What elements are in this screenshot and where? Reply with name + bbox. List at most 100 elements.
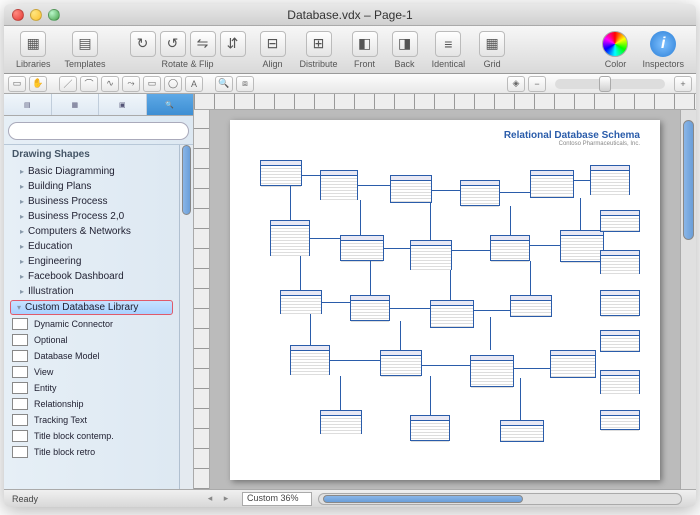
sidebar-scrollbar[interactable] bbox=[179, 145, 193, 490]
connector-line[interactable] bbox=[290, 186, 291, 220]
canvas-vscrollbar[interactable] bbox=[680, 110, 696, 489]
toolbar-icon[interactable]: ⊟ bbox=[260, 31, 286, 57]
entity-box[interactable] bbox=[410, 240, 452, 270]
page-prev-icon[interactable]: ◂ bbox=[202, 493, 218, 504]
stencil-item[interactable]: Database Model bbox=[4, 348, 179, 364]
entity-box[interactable] bbox=[590, 165, 630, 195]
entity-box[interactable] bbox=[550, 350, 596, 378]
toolbar-icon[interactable]: ⇵ bbox=[220, 31, 246, 57]
entity-box[interactable] bbox=[470, 355, 514, 387]
connector-line[interactable] bbox=[430, 376, 431, 415]
connector-line[interactable] bbox=[520, 378, 521, 420]
tree-item[interactable]: Basic Diagramming bbox=[4, 164, 179, 179]
entity-box[interactable] bbox=[560, 230, 604, 262]
titlebar[interactable]: Database.vdx – Page-1 bbox=[4, 4, 696, 26]
toolbar-icon[interactable]: ↺ bbox=[160, 31, 186, 57]
entity-box[interactable] bbox=[350, 295, 390, 321]
toolbar-icon[interactable]: ▤ bbox=[72, 31, 98, 57]
connector-line[interactable] bbox=[450, 270, 451, 300]
stencil-item[interactable]: Dynamic Connector bbox=[4, 316, 179, 332]
entity-box[interactable] bbox=[260, 160, 302, 186]
tree-item[interactable]: Illustration bbox=[4, 284, 179, 299]
search-input[interactable] bbox=[8, 122, 189, 140]
connector-line[interactable] bbox=[474, 310, 510, 311]
stencil-item[interactable]: Relationship bbox=[4, 396, 179, 412]
connector-line[interactable] bbox=[310, 314, 311, 345]
connector-line[interactable] bbox=[530, 245, 560, 246]
connector-line[interactable] bbox=[384, 248, 410, 249]
zoom-in-icon[interactable]: + bbox=[674, 76, 692, 92]
stencil-item[interactable]: Optional bbox=[4, 332, 179, 348]
drawing-canvas[interactable]: Relational Database Schema Contoso Pharm… bbox=[210, 110, 680, 489]
entity-box[interactable] bbox=[600, 330, 640, 352]
entity-box[interactable] bbox=[600, 250, 640, 274]
stencil-item[interactable]: View bbox=[4, 364, 179, 380]
toolbar-icon[interactable]: ▦ bbox=[479, 31, 505, 57]
zoom-button[interactable] bbox=[48, 9, 60, 21]
connector-line[interactable] bbox=[530, 261, 531, 295]
toolbar-icon[interactable]: ▦ bbox=[20, 31, 46, 57]
connector-line[interactable] bbox=[400, 321, 401, 350]
entity-box[interactable] bbox=[460, 180, 500, 206]
toolbar-icon[interactable]: ◧ bbox=[352, 31, 378, 57]
hand-tool-icon[interactable]: ✋ bbox=[29, 76, 47, 92]
sidebar-tab-1[interactable]: ▤ bbox=[4, 94, 52, 115]
sidebar-tab-search[interactable]: 🔍 bbox=[147, 94, 194, 115]
canvas-hscrollbar[interactable] bbox=[318, 493, 682, 505]
connector-line[interactable] bbox=[432, 190, 460, 191]
entity-box[interactable] bbox=[320, 170, 358, 200]
zoom-slider[interactable] bbox=[555, 79, 665, 89]
connector-tool-icon[interactable]: ⤳ bbox=[122, 76, 140, 92]
toolbar-icon[interactable]: ⇋ bbox=[190, 31, 216, 57]
minimize-button[interactable] bbox=[30, 9, 42, 21]
connector-line[interactable] bbox=[422, 365, 470, 366]
close-button[interactable] bbox=[12, 9, 24, 21]
connector-line[interactable] bbox=[322, 302, 350, 303]
entity-box[interactable] bbox=[600, 290, 640, 316]
connector-line[interactable] bbox=[300, 256, 301, 290]
crop-tool-icon[interactable]: ⧈ bbox=[236, 76, 254, 92]
tree-item[interactable]: Engineering bbox=[4, 254, 179, 269]
entity-box[interactable] bbox=[600, 370, 640, 394]
arc-tool-icon[interactable]: ⌒ bbox=[80, 76, 98, 92]
stencil-item[interactable]: Entity bbox=[4, 380, 179, 396]
connector-line[interactable] bbox=[330, 360, 380, 361]
connector-line[interactable] bbox=[574, 180, 590, 181]
connector-line[interactable] bbox=[510, 206, 511, 235]
entity-box[interactable] bbox=[510, 295, 552, 317]
color-wheel-icon[interactable] bbox=[602, 31, 628, 57]
connector-line[interactable] bbox=[580, 198, 581, 230]
line-tool-icon[interactable]: ／ bbox=[59, 76, 77, 92]
connector-line[interactable] bbox=[430, 203, 431, 240]
entity-box[interactable] bbox=[390, 175, 432, 203]
zoom-tool-icon[interactable]: 🔍 bbox=[215, 76, 233, 92]
entity-box[interactable] bbox=[320, 410, 362, 434]
entity-box[interactable] bbox=[600, 410, 640, 430]
connector-line[interactable] bbox=[310, 238, 340, 239]
entity-box[interactable] bbox=[290, 345, 330, 375]
toolbar-icon[interactable]: ≡ bbox=[435, 31, 461, 57]
tree-item[interactable]: Facebook Dashboard bbox=[4, 269, 179, 284]
connector-line[interactable] bbox=[500, 192, 530, 193]
stencil-item[interactable]: Tracking Text bbox=[4, 412, 179, 428]
entity-box[interactable] bbox=[410, 415, 450, 441]
entity-box[interactable] bbox=[430, 300, 474, 328]
toolbar-icon[interactable]: ⊞ bbox=[306, 31, 332, 57]
connector-line[interactable] bbox=[514, 368, 550, 369]
tree-item[interactable]: Building Plans bbox=[4, 179, 179, 194]
sidebar-tab-3[interactable]: ▣ bbox=[99, 94, 147, 115]
connector-line[interactable] bbox=[490, 317, 491, 350]
connector-line[interactable] bbox=[370, 261, 371, 295]
entity-box[interactable] bbox=[280, 290, 322, 314]
ellipse-tool-icon[interactable]: ◯ bbox=[164, 76, 182, 92]
stencil-item[interactable]: Title block retro bbox=[4, 444, 179, 460]
tree-item[interactable]: Computers & Networks bbox=[4, 224, 179, 239]
rect-tool-icon[interactable]: ▭ bbox=[143, 76, 161, 92]
pointer-tool-icon[interactable]: ▭ bbox=[8, 76, 26, 92]
entity-box[interactable] bbox=[270, 220, 310, 256]
curve-tool-icon[interactable]: ∿ bbox=[101, 76, 119, 92]
connector-line[interactable] bbox=[390, 308, 430, 309]
inspectors-icon[interactable]: i bbox=[650, 31, 676, 57]
connector-line[interactable] bbox=[302, 175, 320, 176]
connector-line[interactable] bbox=[360, 200, 361, 235]
